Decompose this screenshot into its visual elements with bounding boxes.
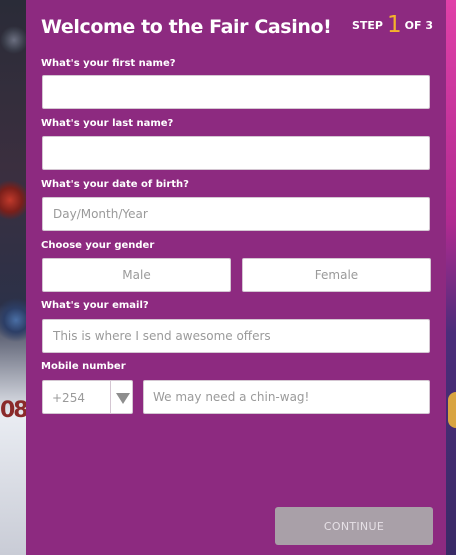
- mobile-number-field[interactable]: [143, 380, 430, 414]
- last-name-field[interactable]: [42, 136, 430, 170]
- gender-female-button[interactable]: Female: [242, 258, 431, 292]
- continue-button[interactable]: CONTINUE: [275, 507, 433, 545]
- first-name-label: What's your first name?: [41, 58, 176, 69]
- email-label: What's your email?: [41, 300, 149, 311]
- gender-label: Choose your gender: [41, 240, 155, 251]
- step-indicator: STEP 1 OF 3: [352, 12, 433, 38]
- country-code-divider: [110, 381, 111, 413]
- dob-field[interactable]: [42, 197, 430, 231]
- mobile-number-input[interactable]: [144, 381, 429, 413]
- step-current: 1: [387, 12, 402, 38]
- registration-modal: Welcome to the Fair Casino! STEP 1 OF 3 Wh…: [26, 0, 446, 555]
- first-name-input[interactable]: [43, 76, 429, 108]
- gender-male-button[interactable]: Male: [42, 258, 231, 292]
- dob-label: What's your date of birth?: [41, 179, 189, 190]
- step-prefix: STEP: [351, 19, 383, 32]
- email-input[interactable]: [43, 320, 429, 352]
- mobile-label: Mobile number: [41, 361, 126, 372]
- chevron-down-icon[interactable]: [116, 393, 130, 404]
- step-suffix: OF 3: [404, 19, 433, 32]
- country-code-select[interactable]: +254: [42, 380, 133, 414]
- country-code-value: +254: [52, 391, 85, 405]
- background-backdrop-right: [446, 0, 456, 555]
- background-backdrop-left: 08: [0, 0, 29, 555]
- dob-input[interactable]: [43, 198, 429, 230]
- last-name-label: What's your last name?: [41, 118, 174, 129]
- last-name-input[interactable]: [43, 137, 429, 169]
- modal-title: Welcome to the Fair Casino!: [41, 16, 332, 38]
- backdrop-decoration: 08: [0, 398, 29, 423]
- email-field[interactable]: [42, 319, 430, 353]
- backdrop-coin: [448, 392, 456, 428]
- first-name-field[interactable]: [42, 75, 430, 109]
